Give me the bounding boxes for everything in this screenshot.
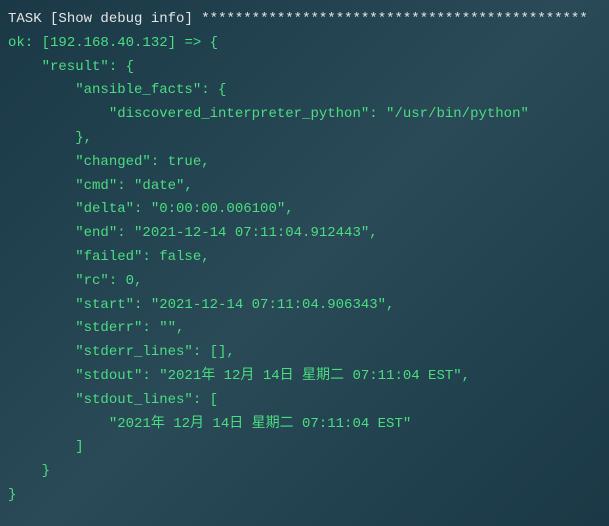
task-prefix: TASK [ (8, 11, 58, 27)
close-facts: }, (8, 127, 601, 151)
stderr-lines-field: "stderr_lines": [], (8, 341, 601, 365)
rc-field: "rc": 0, (8, 270, 601, 294)
stderr-field: "stderr": "", (8, 317, 601, 341)
delta-field: "delta": "0:00:00.006100", (8, 198, 601, 222)
ok-host-line: ok: [192.168.40.132] => { (8, 32, 601, 56)
result-key: "result": { (8, 56, 601, 80)
stdout-field: "stdout": "2021年 12月 14日 星期二 07:11:04 ES… (8, 365, 601, 389)
start-field: "start": "2021-12-14 07:11:04.906343", (8, 294, 601, 318)
task-stars: ****************************************… (201, 11, 587, 27)
ok-suffix: ] => { (168, 35, 218, 51)
task-header: TASK [Show debug info] *****************… (8, 8, 601, 32)
close-result: } (8, 460, 601, 484)
cmd-field: "cmd": "date", (8, 175, 601, 199)
end-field: "end": "2021-12-14 07:11:04.912443", (8, 222, 601, 246)
task-name: Show debug info (58, 11, 184, 27)
host-ip: 192.168.40.132 (50, 35, 168, 51)
close-stdout-lines: ] (8, 436, 601, 460)
discovered-interpreter: "discovered_interpreter_python": "/usr/b… (8, 103, 601, 127)
task-suffix: ] (184, 11, 201, 27)
ok-prefix: ok: [ (8, 35, 50, 51)
stdout-lines-key: "stdout_lines": [ (8, 389, 601, 413)
failed-field: "failed": false, (8, 246, 601, 270)
ansible-facts-key: "ansible_facts": { (8, 79, 601, 103)
close-root: } (8, 484, 601, 508)
stdout-line-0: "2021年 12月 14日 星期二 07:11:04 EST" (8, 413, 601, 437)
terminal-output: TASK [Show debug info] *****************… (8, 8, 601, 508)
changed-field: "changed": true, (8, 151, 601, 175)
